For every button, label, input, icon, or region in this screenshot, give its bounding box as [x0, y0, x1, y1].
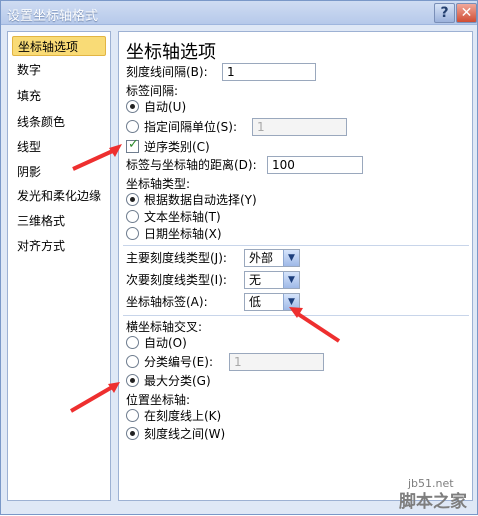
separator	[123, 315, 469, 316]
axis-labels-label: 坐标轴标签(A):	[126, 295, 208, 309]
specify-interval-radio[interactable]	[126, 120, 139, 133]
text-axis-radio[interactable]	[126, 210, 139, 223]
between-tick-radio[interactable]	[126, 427, 139, 440]
nav-shadow[interactable]: 阴影	[12, 162, 106, 182]
reverse-order-label: 逆序类别(C)	[144, 140, 210, 154]
tick-interval-label: 刻度线间隔(B):	[126, 65, 208, 79]
format-axis-dialog: 设置坐标轴格式 ? ✕ 坐标轴选项 数字 填充 线条颜色 线型 阴影 发光和柔化…	[0, 0, 478, 515]
tick-interval-input[interactable]: 1	[222, 63, 316, 81]
crosses-auto-label: 自动(O)	[144, 336, 187, 350]
auto-select-label: 根据数据自动选择(Y)	[144, 193, 257, 207]
crosses-max-radio[interactable]	[126, 374, 139, 387]
crosses-category-input[interactable]: 1	[229, 353, 324, 371]
auto-label-text: 自动(U)	[144, 100, 187, 114]
title-bar: 设置坐标轴格式 ? ✕	[1, 1, 477, 25]
nav-line-style[interactable]: 线型	[12, 137, 106, 157]
auto-select-radio[interactable]	[126, 193, 139, 206]
text-axis-label: 文本坐标轴(T)	[144, 210, 221, 224]
crosses-max-label: 最大分类(G)	[144, 374, 211, 388]
axis-labels-select[interactable]: 低 ▼	[244, 293, 300, 311]
watermark-brand: 脚本之家	[399, 492, 467, 512]
help-button[interactable]: ?	[434, 3, 455, 23]
on-tick-label: 在刻度线上(K)	[144, 409, 222, 423]
category-list: 坐标轴选项 数字 填充 线条颜色 线型 阴影 发光和柔化边缘 三维格式 对齐方式	[7, 31, 111, 501]
nav-glow-soft-edges[interactable]: 发光和柔化边缘	[12, 186, 106, 206]
date-axis-radio[interactable]	[126, 227, 139, 240]
crosses-category-radio[interactable]	[126, 355, 139, 368]
axis-options-panel: 坐标轴选项 刻度线间隔(B): 1 标签间隔: 自动(U) 指定间隔单位(S):…	[118, 31, 473, 512]
minor-tick-select[interactable]: 无 ▼	[244, 271, 300, 289]
minor-tick-value: 无	[249, 273, 262, 287]
auto-label-radio[interactable]	[126, 100, 139, 113]
on-tick-radio[interactable]	[126, 409, 139, 422]
axis-options-heading: 坐标轴选项	[126, 42, 216, 63]
separator	[123, 245, 469, 246]
label-distance-input[interactable]: 100	[267, 156, 363, 174]
nav-3d-format[interactable]: 三维格式	[12, 211, 106, 231]
chevron-down-icon: ▼	[283, 250, 299, 266]
crosses-auto-radio[interactable]	[126, 336, 139, 349]
nav-alignment[interactable]: 对齐方式	[12, 236, 106, 256]
dialog-title: 设置坐标轴格式	[7, 9, 99, 24]
nav-line-color[interactable]: 线条颜色	[12, 112, 106, 132]
chevron-down-icon: ▼	[283, 272, 299, 288]
nav-fill[interactable]: 填充	[12, 86, 106, 106]
specify-interval-input[interactable]: 1	[252, 118, 347, 136]
major-tick-select[interactable]: 外部 ▼	[244, 249, 300, 267]
major-tick-value: 外部	[249, 251, 274, 265]
nav-number[interactable]: 数字	[12, 60, 106, 80]
date-axis-label: 日期坐标轴(X)	[144, 227, 222, 241]
chevron-down-icon: ▼	[283, 294, 299, 310]
close-button[interactable]: ✕	[456, 3, 477, 23]
reverse-order-checkbox[interactable]	[126, 137, 139, 153]
nav-axis-options[interactable]: 坐标轴选项	[12, 36, 106, 56]
axis-labels-value: 低	[249, 295, 262, 309]
minor-tick-label: 次要刻度线类型(I):	[126, 273, 227, 287]
specify-interval-label: 指定间隔单位(S):	[144, 120, 238, 134]
major-tick-label: 主要刻度线类型(J):	[126, 251, 227, 265]
crosses-category-label: 分类编号(E):	[144, 355, 213, 369]
between-tick-label: 刻度线之间(W)	[144, 427, 226, 441]
label-distance-label: 标签与坐标轴的距离(D):	[126, 158, 257, 172]
